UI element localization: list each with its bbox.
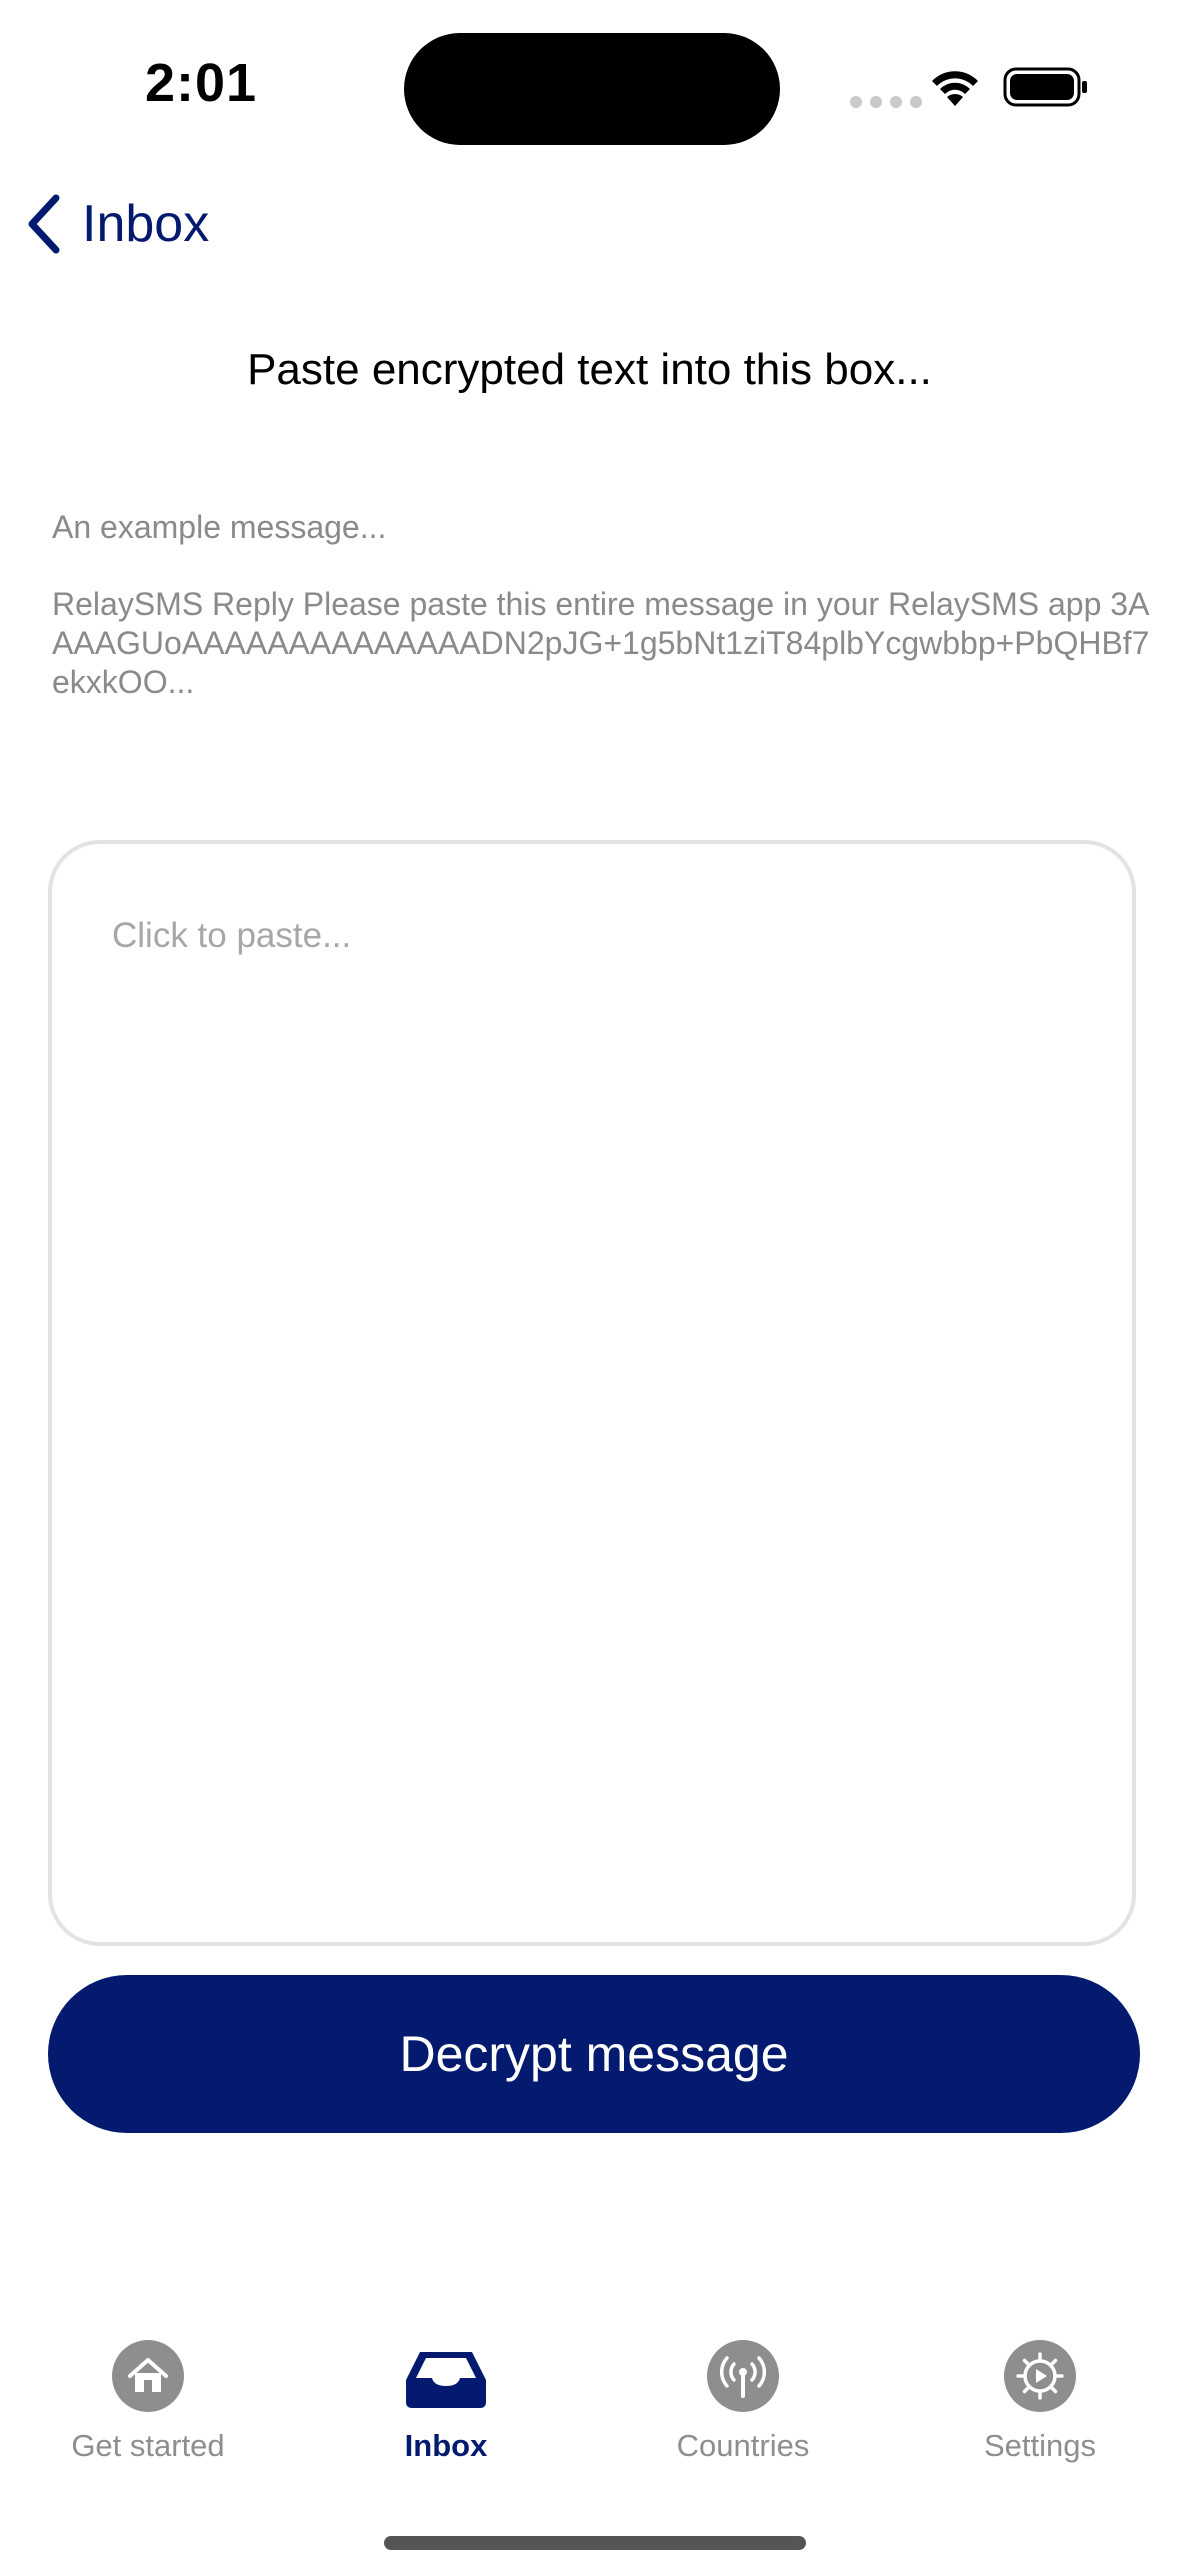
example-message: RelaySMS Reply Please paste this entire … [52, 586, 1150, 700]
tab-label: Settings [983, 2428, 1096, 2463]
encrypted-text-input[interactable] [48, 840, 1136, 1946]
home-indicator [384, 2536, 806, 2550]
inbox-icon [406, 2352, 486, 2408]
tab-bar: Get started Inbox Countries Settings [0, 2340, 1179, 2500]
wifi-icon [932, 71, 978, 106]
battery-icon [1003, 67, 1087, 107]
example-title: An example message... [52, 509, 387, 545]
tab-label: Countries [676, 2428, 810, 2463]
screen: 2:01 Inbox Paste encrypted text into thi… [0, 0, 1179, 2556]
tab-inbox[interactable]: Inbox [316, 2340, 576, 2464]
cellular-signal-icon [850, 96, 922, 108]
broadcast-icon [707, 2340, 779, 2412]
tab-label: Get started [71, 2428, 225, 2463]
tab-label: Inbox [404, 2428, 488, 2463]
page-heading: Paste encrypted text into this box... [247, 345, 932, 394]
dynamic-island [404, 33, 780, 145]
back-button[interactable]: Inbox [22, 192, 209, 256]
status-time: 2:01 [145, 53, 258, 113]
home-icon [112, 2340, 184, 2412]
back-button-label: Inbox [82, 195, 210, 253]
tab-settings[interactable]: Settings [910, 2340, 1170, 2464]
decrypt-message-button[interactable]: Decrypt message [48, 1975, 1140, 2133]
gear-icon [1004, 2340, 1076, 2412]
tab-countries[interactable]: Countries [613, 2340, 873, 2464]
tab-get-started[interactable]: Get started [18, 2340, 278, 2464]
chevron-left-icon [28, 194, 60, 254]
